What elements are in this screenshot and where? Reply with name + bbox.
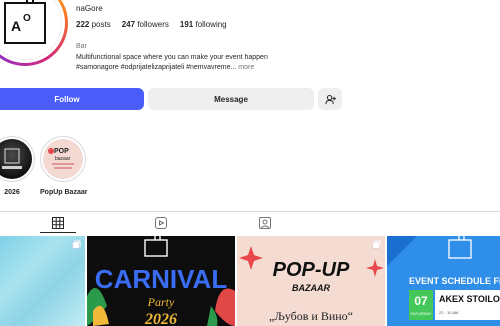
profile-bio: Multifunctional space where you can make… [76,53,316,73]
highlight-popup-bazaar[interactable]: POP bazaar PopUp Bazaar [40,136,88,196]
svg-text:POP: POP [54,148,69,155]
bio-line-1: Multifunctional space where you can make… [76,54,268,61]
schedule-poster: EVENT SCHEDULE FEBR 07 SATURDAY AKEX STO… [387,236,500,326]
highlight-2026[interactable]: 2026 [0,136,36,196]
profile-category: Bar [76,43,87,50]
tab-reels[interactable] [149,215,173,231]
popup-title: POP-UP [273,259,350,281]
active-tab-indicator [40,232,76,233]
schedule-detail: 22 · 10 AM [439,310,458,315]
post-tile-1[interactable] [0,236,85,326]
avatar-logo: A O [0,0,62,60]
follow-button[interactable]: Follow [0,88,144,110]
followers-count[interactable]: 247 followers [122,20,169,29]
highlight-label: 2026 [4,189,20,196]
carnival-poster: CARNIVAL Party 2026 [87,236,235,326]
reels-icon [155,217,167,229]
carnival-year: 2026 [144,311,177,326]
schedule-event: AKEX STOILO [439,294,500,304]
carnival-subtitle: Party [147,295,175,309]
bio-line-2: #samonagore #odprijatelizaprijateli #nem… [76,64,237,71]
profile-avatar[interactable]: A O [0,0,68,66]
post-tile-popup[interactable]: POP-UP BAZAAR „Љубов и Вино“ [237,236,385,326]
profile-fullname: naGore [76,4,103,13]
popup-subtitle: BAZAAR [292,283,330,293]
bio-more-link[interactable]: more [238,64,254,71]
add-person-icon [324,94,336,104]
nagore-logo-icon: A O [4,0,46,44]
multiple-images-icon [372,240,381,249]
schedule-day: 07 [414,294,428,308]
popup-poster: POP-UP BAZAAR „Љубов и Вино“ [239,246,384,323]
posts-grid-icon [52,217,64,229]
highlight-cover-icon [2,148,22,169]
tagged-icon [259,217,271,229]
profile-stats: 222 posts 247 followers 191 following [76,20,227,29]
svg-text:O: O [23,13,31,24]
svg-text:bazaar: bazaar [55,156,71,162]
popup-bottom-text: „Љубов и Вино“ [269,309,353,323]
carnival-title: CARNIVAL [95,264,228,294]
tab-posts[interactable] [46,215,70,231]
post-tile-carnival[interactable]: CARNIVAL Party 2026 [87,236,235,326]
suggested-accounts-button[interactable] [318,88,342,110]
highlight-cover-icon: POP bazaar [48,148,74,169]
schedule-weekday: SATURDAY [410,311,432,316]
multiple-images-icon [72,240,81,249]
message-button[interactable]: Message [148,88,314,110]
following-count[interactable]: 191 following [180,20,227,29]
highlight-label: PopUp Bazaar [40,189,88,196]
svg-text:A: A [11,18,21,34]
post-tile-schedule[interactable]: EVENT SCHEDULE FEBR 07 SATURDAY AKEX STO… [387,236,500,326]
schedule-title: EVENT SCHEDULE FEBR [409,276,500,286]
posts-count: 222 posts [76,20,111,29]
tabs-divider [0,211,500,212]
tab-tagged[interactable] [253,215,277,231]
